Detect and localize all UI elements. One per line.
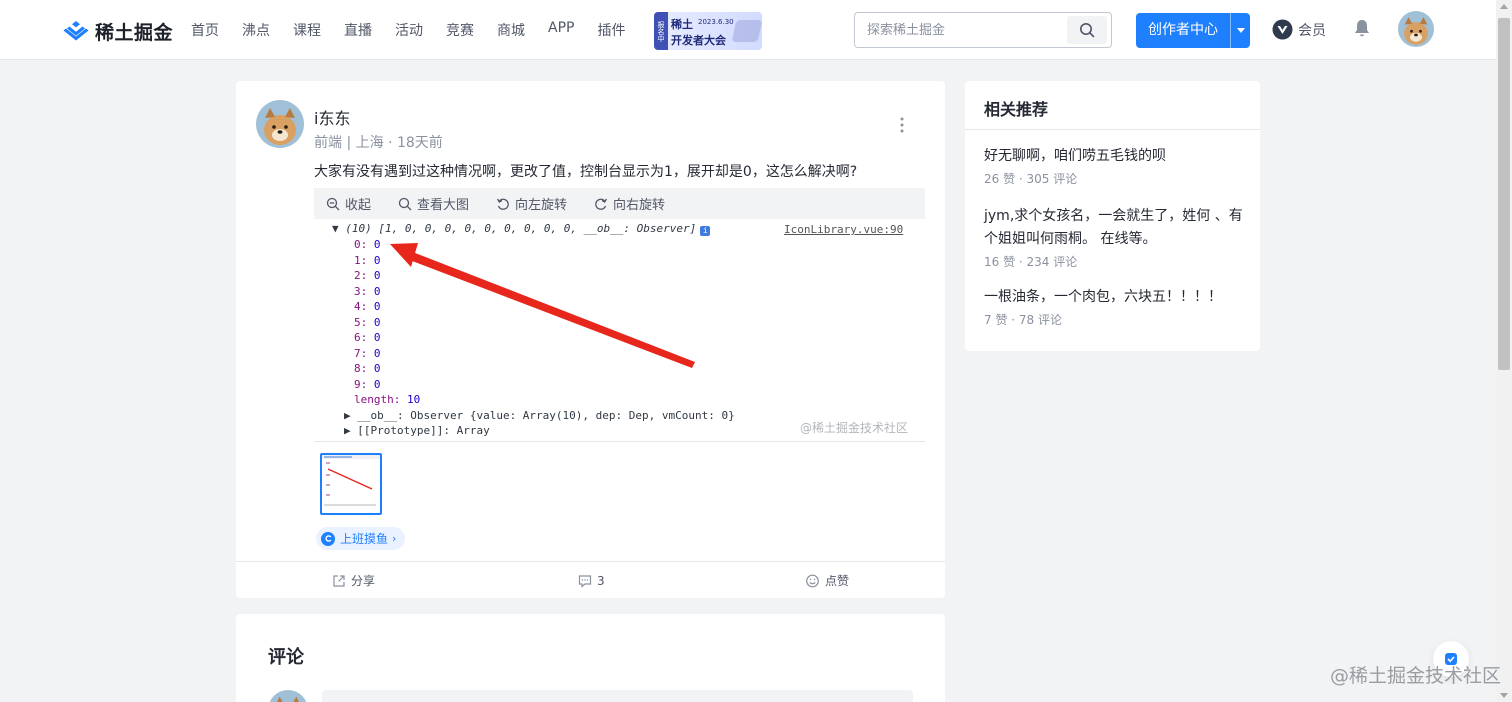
image-viewer-toolbar: 收起 查看大图 向左旋转 向右旋转 (314, 188, 925, 219)
like-icon (806, 574, 819, 587)
user-avatar[interactable] (1398, 11, 1434, 47)
like-button[interactable]: 点赞 (805, 562, 849, 599)
recommendation-text[interactable]: jym,求个女孩名，一会就生了，姓何 、有个姐姐叫何雨桐。 在线等。 (984, 205, 1244, 251)
current-user-avatar (268, 690, 308, 702)
rotate-right-button[interactable]: 向右旋转 (594, 194, 665, 213)
comment-count: 3 (597, 573, 605, 588)
search-input[interactable] (855, 13, 1065, 47)
post-content: 大家有没有遇到过这种情况啊，更改了值，控制台显示为1，展开却是0，这怎么解决啊? (314, 164, 858, 180)
image-thumbnail[interactable] (320, 453, 382, 515)
image-viewer: 收起 查看大图 向左旋转 向右旋转 ▼ (10) [1, 0, 0, 0, 0,… (314, 188, 925, 443)
comment-button[interactable]: 3 (578, 562, 605, 599)
author-avatar[interactable] (256, 100, 304, 148)
dev-conference-banner[interactable]: 报名中 稀土 2023.6.30 开发者大会 (654, 12, 762, 50)
recommendation-item[interactable]: 一根油条，一个肉包，六块五！！！！ 7 赞 · 78 评论 (984, 286, 1244, 328)
banner-line1: 稀土 (671, 18, 693, 31)
comment-icon (578, 574, 592, 588)
comments-title: 评论 (268, 647, 304, 668)
thumbnail-preview-image (322, 455, 380, 506)
recommendation-meta: 16 赞 · 234 评论 (984, 255, 1078, 269)
rotate-left-label: 向左旋转 (515, 198, 568, 213)
topic-label: 上班摸鱼 (340, 532, 389, 546)
recommendation-text[interactable]: 好无聊啊，咱们唠五毛钱的呗 (984, 145, 1244, 168)
search-button[interactable] (1067, 16, 1107, 44)
related-recommendations: 相关推荐 好无聊啊，咱们唠五毛钱的呗 26 赞 · 305 评论 jym,求个女… (965, 81, 1260, 351)
post-actions: 分享 3 点赞 (236, 561, 945, 598)
console-screenshot: ▼ (10) [1, 0, 0, 0, 0, 0, 0, 0, 0, 0, __… (314, 219, 925, 443)
nav-item-home[interactable]: 首页 (191, 20, 219, 40)
creator-center-button[interactable]: 创作者中心 (1136, 13, 1250, 48)
share-label: 分享 (351, 574, 376, 588)
page-watermark: @稀土掘金技术社区 (1330, 665, 1502, 687)
bell-icon (1355, 20, 1369, 37)
nav-item-live[interactable]: 直播 (344, 20, 372, 40)
zoom-out-icon (326, 197, 340, 210)
logo-text: 稀土掘金 (95, 21, 174, 44)
dog-avatar-image (1398, 11, 1434, 47)
share-icon (333, 574, 345, 587)
share-button[interactable]: 分享 (332, 562, 375, 599)
nav-item-app[interactable]: APP (548, 20, 574, 40)
notification-button[interactable] (1352, 18, 1372, 42)
vip-icon (1272, 19, 1293, 40)
banner-line2: 开发者大会 (671, 34, 726, 47)
main-nav: 首页 沸点 课程 直播 活动 竞赛 商城 APP 插件 (191, 20, 648, 40)
search-box (854, 12, 1112, 48)
dog-avatar-image (256, 100, 304, 148)
scroll-thumb[interactable] (1498, 18, 1510, 370)
author-name[interactable]: i东东 (314, 105, 350, 129)
rotate-left-button[interactable]: 向左旋转 (496, 194, 567, 213)
more-vertical-icon (900, 117, 904, 133)
juejin-logo[interactable]: 稀土掘金 (62, 17, 173, 45)
rotate-right-icon (595, 198, 608, 210)
sidebar-divider (965, 129, 1260, 130)
dog-avatar-image (268, 690, 308, 702)
vip-entry[interactable]: 会员 (1272, 19, 1326, 40)
nav-item-pins[interactable]: 沸点 (242, 20, 270, 40)
red-arrow-annotation (390, 243, 695, 368)
topic-tag[interactable]: 上班摸鱼 › (316, 527, 406, 550)
scroll-down-arrow[interactable] (1500, 693, 1508, 698)
chevron-right-icon: › (392, 532, 397, 545)
topic-icon (321, 531, 335, 546)
nav-item-plugins[interactable]: 插件 (597, 20, 625, 40)
collapse-image-button[interactable]: 收起 (326, 194, 371, 213)
pin-post-card: i东东 前端 | 上海 · 18天前 大家有没有遇到过这种情况啊，更改了值，控制… (236, 81, 945, 598)
view-large-button[interactable]: 查看大图 (398, 194, 469, 213)
sidebar-title: 相关推荐 (984, 100, 1049, 119)
view-large-label: 查看大图 (417, 198, 470, 213)
comments-section: 评论 (236, 614, 945, 702)
scroll-up-arrow[interactable] (1500, 4, 1508, 9)
like-label: 点赞 (825, 574, 850, 588)
page-scrollbar[interactable] (1496, 0, 1512, 702)
creator-dropdown-button[interactable] (1231, 13, 1250, 48)
more-options-button[interactable] (894, 115, 910, 135)
rotate-left-icon (496, 198, 509, 210)
recommendation-item[interactable]: jym,求个女孩名，一会就生了，姓何 、有个姐姐叫何雨桐。 在线等。 16 赞 … (984, 205, 1244, 270)
nav-item-contests[interactable]: 竞赛 (446, 20, 474, 40)
rotate-right-label: 向右旋转 (613, 198, 666, 213)
post-meta: 前端 | 上海 · 18天前 (314, 135, 443, 151)
search-icon (1080, 23, 1095, 38)
recommendation-meta: 26 赞 · 305 评论 (984, 172, 1078, 186)
banner-date: 2023.6.30 (698, 18, 734, 26)
top-header: 稀土掘金 首页 沸点 课程 直播 活动 竞赛 商城 APP 插件 报名中 稀土 … (0, 0, 1496, 60)
nav-item-courses[interactable]: 课程 (293, 20, 321, 40)
banner-decoration (731, 20, 762, 42)
recommendation-item[interactable]: 好无聊啊，咱们唠五毛钱的呗 26 赞 · 305 评论 (984, 145, 1244, 187)
creator-center-label: 创作者中心 (1148, 22, 1218, 38)
nav-item-events[interactable]: 活动 (395, 20, 423, 40)
recommendation-text[interactable]: 一根油条，一个肉包，六块五！！！！ (984, 286, 1244, 309)
caret-down-icon (1236, 28, 1245, 33)
nav-item-shop[interactable]: 商城 (497, 20, 525, 40)
comment-input[interactable] (322, 690, 913, 702)
collapse-label: 收起 (345, 198, 372, 213)
recommendation-meta: 7 赞 · 78 评论 (984, 313, 1062, 327)
banner-tag: 报名中 (654, 12, 668, 50)
juejin-logo-icon (63, 21, 89, 41)
zoom-in-icon (398, 197, 412, 210)
vip-label: 会员 (1298, 22, 1326, 39)
